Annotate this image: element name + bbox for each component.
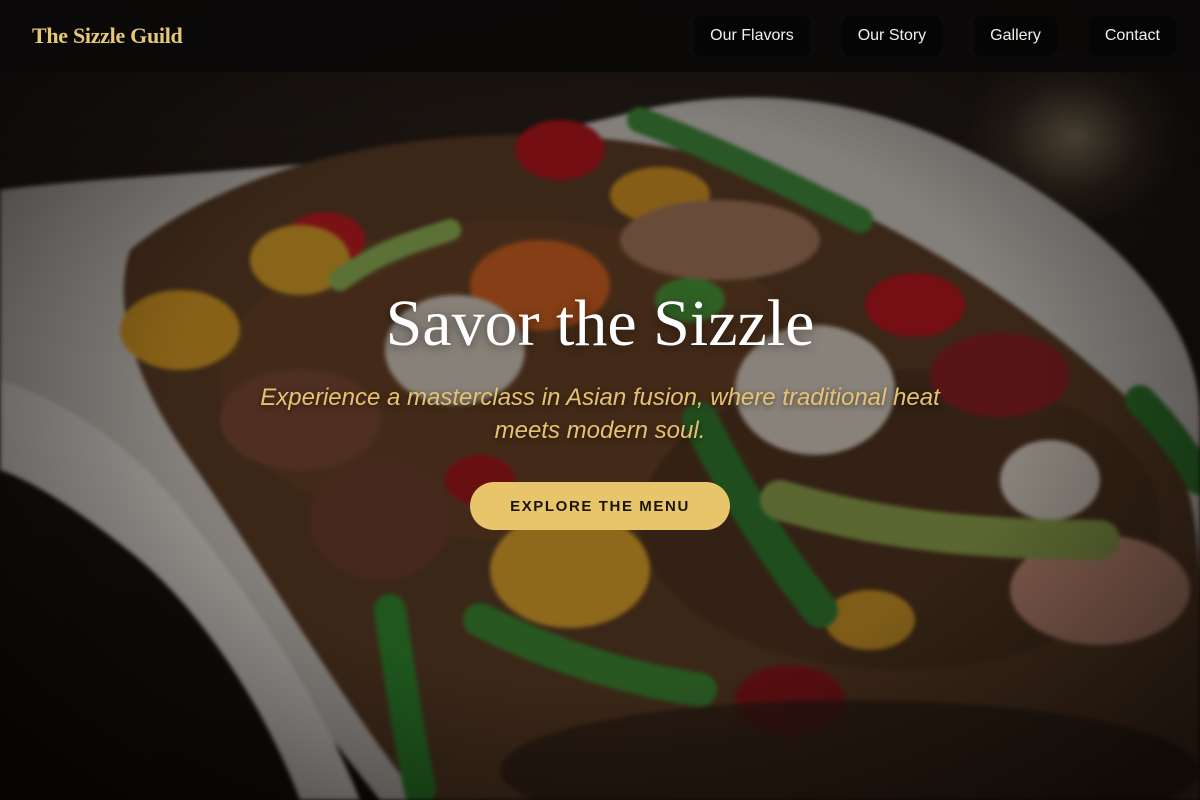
- explore-menu-button[interactable]: EXPLORE THE MENU: [470, 482, 730, 530]
- nav-link-contact[interactable]: Contact: [1088, 16, 1176, 56]
- nav-link-our-flavors[interactable]: Our Flavors: [694, 16, 810, 56]
- nav-link-gallery[interactable]: Gallery: [974, 16, 1057, 56]
- hero-subtitle: Experience a masterclass in Asian fusion…: [260, 384, 940, 444]
- hero-title: Savor the Sizzle: [385, 287, 815, 360]
- brand-logo[interactable]: The Sizzle Guild: [32, 23, 183, 49]
- hero-content: Savor the Sizzle Experience a masterclas…: [0, 0, 1200, 800]
- top-navigation: The Sizzle Guild Our Flavors Our Story G…: [0, 0, 1200, 72]
- nav-link-our-story[interactable]: Our Story: [841, 16, 943, 56]
- nav-links: Our Flavors Our Story Gallery Contact: [694, 16, 1176, 56]
